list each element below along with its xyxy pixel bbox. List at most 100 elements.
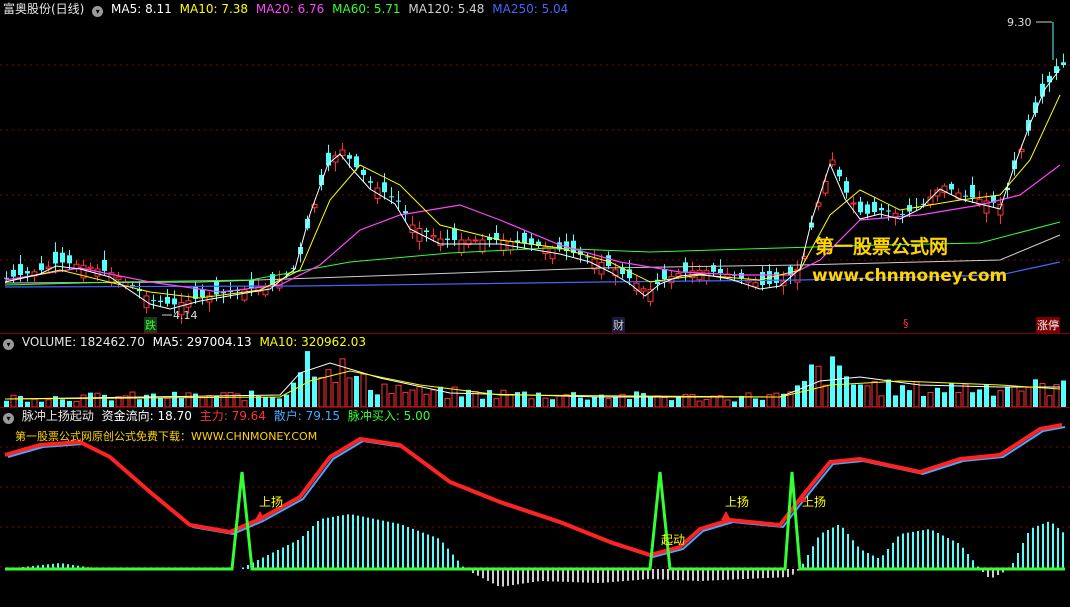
volume-bar	[332, 381, 339, 407]
volume-bar	[395, 384, 402, 407]
candle-body	[172, 298, 177, 305]
watermark-url: www.chnmoney.com	[812, 266, 1008, 286]
annotation-rise-1: 上扬	[259, 495, 284, 509]
volume-bar	[466, 389, 471, 407]
volume-bar	[94, 392, 101, 407]
ma60-label: MA60: 5.71	[332, 2, 401, 16]
candle-body	[829, 159, 836, 166]
candle-body	[389, 196, 394, 198]
volume-bar	[851, 384, 856, 407]
volume-bar	[284, 394, 289, 407]
volume-bar	[1046, 395, 1053, 407]
volume-bar	[550, 399, 555, 407]
event-marker-drop[interactable]: 跌	[144, 317, 157, 333]
indicator-panel[interactable]: ▾ 脉冲上扬起动 资金流向: 18.70 主力: 79.64 散户: 79.15…	[0, 407, 1070, 607]
volume-bar	[921, 395, 926, 407]
candle-body	[522, 232, 527, 244]
volume-bar	[354, 375, 359, 407]
candle-body	[94, 268, 101, 277]
volume-bar	[641, 393, 646, 407]
chevron-down-icon[interactable]: ▾	[92, 6, 104, 17]
volume-bar	[451, 386, 458, 407]
candle-body	[25, 271, 30, 274]
price-chart-panel[interactable]: 富奥股份(日线) ▾ MA5: 8.11 MA10: 7.38 MA20: 6.…	[0, 0, 1070, 333]
candle-body	[949, 183, 954, 190]
candle-body	[472, 239, 479, 242]
volume-bar	[80, 394, 87, 407]
volume-bar	[962, 383, 969, 407]
volume-bar	[955, 391, 962, 407]
candle-body	[158, 300, 163, 302]
volume-bar	[430, 389, 437, 407]
candle-body	[424, 230, 429, 232]
candle-body	[115, 276, 122, 281]
candle-body	[774, 272, 779, 283]
candle-body	[347, 155, 352, 159]
volume-bar	[984, 384, 989, 407]
volume-bar	[1061, 380, 1066, 407]
volume-chart-panel[interactable]: ▾ VOLUME: 182462.70 MA5: 297004.13 MA10:…	[0, 333, 1070, 407]
volume-bar	[970, 392, 975, 407]
candle-body	[382, 182, 387, 193]
candle-body	[151, 300, 156, 302]
candle-body	[963, 195, 968, 197]
low-price-label: 4.14	[173, 309, 198, 322]
candle-body	[640, 288, 647, 292]
event-marker-section[interactable]: §	[902, 317, 910, 330]
volume-bar	[592, 396, 597, 407]
volume-bar	[627, 399, 632, 407]
candle-body	[368, 181, 373, 183]
volume-bar	[1025, 386, 1032, 407]
volume-bar	[256, 396, 261, 407]
volume-bar	[613, 397, 618, 407]
stock-name: 富奥股份(日线)	[3, 2, 85, 16]
volume-bar	[773, 392, 780, 407]
volume-bar	[669, 400, 674, 407]
volume-bar	[277, 398, 282, 407]
volume-bar	[1053, 384, 1060, 407]
volume-bar	[942, 392, 947, 407]
volume-bar	[158, 397, 163, 407]
candle-body	[214, 281, 219, 295]
volume-bar	[795, 385, 800, 407]
volume-bar	[151, 393, 156, 407]
ma20-label: MA20: 6.76	[255, 2, 325, 16]
volume-bar	[913, 381, 920, 407]
volume-bar	[179, 398, 184, 407]
volume-bar	[459, 396, 464, 407]
volume-bar	[900, 385, 905, 407]
event-marker-limit-up[interactable]: 涨停	[1036, 317, 1060, 333]
volume-bar	[60, 399, 65, 407]
volume-bar	[571, 392, 576, 407]
candle-body	[900, 214, 905, 216]
candle-body	[4, 277, 9, 279]
volume-bar	[368, 389, 373, 407]
volume-bar	[102, 394, 107, 407]
volume-bar	[507, 393, 514, 407]
event-marker-finance[interactable]: 财	[612, 317, 625, 333]
fund-flow-label: 资金流向: 18.70	[101, 409, 192, 423]
candle-body	[53, 251, 58, 264]
volume-bar	[648, 397, 653, 407]
candle-body	[879, 207, 884, 211]
volume-bar	[318, 376, 325, 407]
chevron-down-icon[interactable]: ▾	[3, 413, 14, 424]
volume-bar	[753, 398, 758, 407]
chevron-down-icon[interactable]: ▾	[3, 339, 14, 350]
volume-bar	[710, 395, 717, 407]
volume-bar	[227, 391, 234, 407]
candle-body	[500, 239, 507, 252]
volume-bar	[438, 386, 443, 407]
volume-bar	[109, 400, 114, 407]
candle-body	[718, 269, 723, 273]
candle-body	[102, 259, 107, 271]
volume-bar	[305, 351, 310, 407]
volume-bar	[997, 390, 1004, 407]
volume-bar	[45, 399, 52, 407]
ma5-label: MA5: 8.11	[111, 2, 172, 16]
volume-bar	[388, 392, 395, 407]
volume-bar	[935, 387, 940, 407]
volume-bar	[375, 394, 380, 407]
candle-body	[452, 228, 457, 240]
volume-bar	[654, 395, 661, 407]
